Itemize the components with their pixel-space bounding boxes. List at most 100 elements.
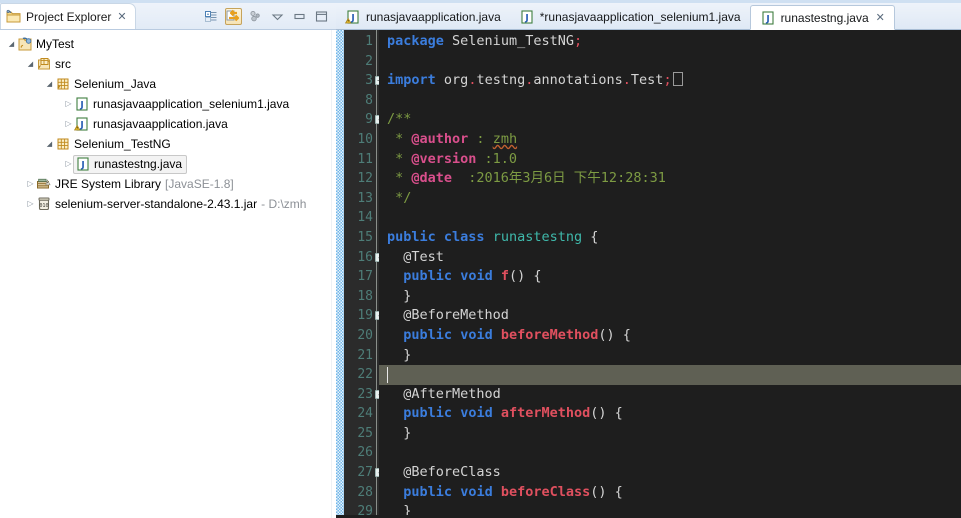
tree-item-selected: Jrunastestng.java	[73, 154, 188, 174]
line-number-value: 28	[357, 484, 373, 500]
code-line[interactable]: public void f() {	[379, 267, 961, 287]
line-number: 9-	[344, 110, 384, 130]
tree-item-label: runasjavaapplication.java	[93, 117, 228, 131]
link-with-editor-button[interactable]	[225, 7, 242, 25]
code-line[interactable]: }	[379, 346, 961, 366]
code-line[interactable]: public void beforeMethod() {	[379, 326, 961, 346]
code-line-current[interactable]	[379, 365, 961, 385]
tree-item[interactable]: ◢ MyTest	[0, 34, 336, 54]
line-number: 10	[344, 130, 376, 150]
close-icon[interactable]: ✕	[876, 12, 885, 23]
tree-arrow-expanded[interactable]: ◢	[44, 79, 55, 90]
tree-item[interactable]: ▷ Jrunastestng.java	[0, 154, 336, 174]
line-number-value: 26	[357, 445, 373, 461]
editor-tab[interactable]: Jrunasjavaapplication.java	[336, 5, 510, 29]
code-line[interactable]	[379, 91, 961, 111]
code-line[interactable]: */	[379, 189, 961, 209]
code-line[interactable]: @Test	[379, 248, 961, 268]
line-number: 24	[344, 404, 376, 424]
tree-arrow-collapsed[interactable]: ▷	[63, 119, 74, 130]
tree-item-label: runasjavaapplication_selenium1.java	[93, 97, 290, 111]
line-number-gutter[interactable]: 123+89-10111213141516-171819-20212223-24…	[344, 30, 384, 518]
source-code-text[interactable]: package Selenium_TestNG;import org.testn…	[379, 30, 961, 518]
code-line[interactable]: @BeforeClass	[379, 463, 961, 483]
project-tree[interactable]: ◢ MyTest ◢ src ◢ Selenium_Java ▷ Jrunasjavaappl…	[0, 30, 336, 518]
code-line[interactable]: @AfterMethod	[379, 385, 961, 405]
svg-text:J: J	[79, 100, 83, 110]
tree-arrow-collapsed[interactable]: ▷	[63, 99, 74, 110]
code-line[interactable]: }	[379, 287, 961, 307]
code-line[interactable]: * @author : zmh	[379, 130, 961, 150]
tree-item[interactable]: ▷ JRE System Library [JavaSE-1.8]	[0, 174, 336, 194]
collapse-all-button[interactable]	[203, 8, 220, 25]
tree-item[interactable]: ▷ Jrunasjavaapplication.java	[0, 114, 336, 134]
line-number: 12	[344, 169, 376, 189]
line-number-value: 3	[365, 73, 373, 89]
editor-tab-bar: Jrunasjavaapplication.java J *runasjavaapp…	[336, 3, 961, 30]
line-number: 17	[344, 267, 376, 287]
svg-text:J: J	[79, 120, 83, 130]
line-number-value: 10	[357, 131, 373, 147]
code-line[interactable]: /**	[379, 110, 961, 130]
project-explorer-view: Project Explorer ✕ ◢ MyTest ◢ src ◢ Sele…	[0, 0, 336, 518]
line-number: 15	[344, 228, 376, 248]
editor-surface[interactable]: 123+89-10111213141516-171819-20212223-24…	[336, 30, 961, 518]
line-number: 27-	[344, 463, 384, 483]
chevron-down-icon[interactable]	[269, 8, 286, 25]
editor-tab-label: runastestng.java	[780, 10, 869, 25]
code-line[interactable]: }	[379, 424, 961, 444]
java-file-warning-icon: J	[345, 9, 361, 25]
code-line[interactable]: @BeforeMethod	[379, 306, 961, 326]
tree-item[interactable]: ◢ src	[0, 54, 336, 74]
line-number-value: 13	[357, 190, 373, 206]
line-number: 1	[344, 32, 376, 52]
line-number: 14	[344, 208, 376, 228]
code-line[interactable]: public class runastestng {	[379, 228, 961, 248]
code-line[interactable]: public void afterMethod() {	[379, 404, 961, 424]
tree-item[interactable]: ▷ Jrunasjavaapplication_selenium1.java	[0, 94, 336, 114]
tree-arrow-expanded[interactable]: ◢	[6, 39, 17, 50]
jre-library-icon	[36, 176, 52, 192]
project-explorer-header: Project Explorer ✕	[0, 3, 336, 30]
code-line[interactable]: * @version :1.0	[379, 150, 961, 170]
tree-item[interactable]: ▷ 010 selenium-server-standalone-2.43.1.ja…	[0, 194, 336, 214]
svg-text:J: J	[80, 160, 84, 170]
tree-arrow-collapsed[interactable]: ▷	[25, 179, 36, 190]
tree-arrow-expanded[interactable]: ◢	[44, 139, 55, 150]
line-number-value: 11	[357, 151, 373, 167]
tree-arrow-expanded[interactable]: ◢	[25, 59, 36, 70]
tree-arrow-collapsed[interactable]: ▷	[25, 199, 36, 210]
tree-item-label: runastestng.java	[94, 157, 183, 171]
line-number-value: 1	[365, 34, 373, 49]
line-number-value: 2	[365, 53, 373, 69]
tree-item-label: JRE System Library	[55, 177, 162, 191]
code-line[interactable]: import org.testng.annotations.Test;	[379, 71, 961, 91]
tab-project-explorer[interactable]: Project Explorer ✕	[0, 3, 136, 29]
code-line[interactable]: public void beforeClass() {	[379, 483, 961, 503]
line-number-value: 12	[357, 171, 373, 187]
tree-item-detail: - D:\zmh	[261, 197, 307, 211]
code-line[interactable]: package Selenium_TestNG;	[379, 32, 961, 52]
editor-tab[interactable]: Jrunastestng.java ✕	[749, 5, 895, 30]
editor-tab[interactable]: J *runasjavaapplication_selenium1.java	[510, 5, 750, 29]
line-number: 20	[344, 326, 376, 346]
svg-text:010: 010	[39, 203, 48, 209]
editor-tab-label: *runasjavaapplication_selenium1.java	[539, 10, 741, 24]
code-line[interactable]	[379, 208, 961, 228]
code-line[interactable]	[379, 443, 961, 463]
code-line[interactable]	[379, 52, 961, 72]
view-menu-button[interactable]	[247, 8, 264, 25]
line-number: 8	[344, 91, 376, 111]
project-explorer-title: Project Explorer	[26, 9, 112, 24]
code-line[interactable]: * @date :2016年3月6日 下午12:28:31	[379, 169, 961, 189]
maximize-button[interactable]	[313, 8, 330, 25]
tree-item[interactable]: ◢ Selenium_Java	[0, 74, 336, 94]
project-explorer-icon	[6, 9, 22, 25]
line-number-value: 15	[357, 229, 373, 245]
close-icon[interactable]: ✕	[117, 11, 126, 22]
tree-item-label: Selenium_TestNG	[74, 137, 171, 151]
package-plain-icon	[55, 136, 71, 152]
tree-item[interactable]: ◢ Selenium_TestNG	[0, 134, 336, 154]
java-file-icon: J	[75, 156, 91, 172]
minimize-button[interactable]	[291, 8, 308, 25]
